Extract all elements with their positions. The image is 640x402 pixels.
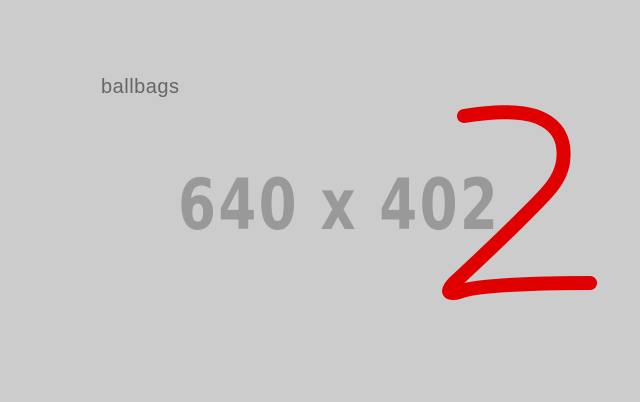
handwritten-digit-2-drawing [442,105,597,301]
red-scribble-stroke [442,105,597,301]
